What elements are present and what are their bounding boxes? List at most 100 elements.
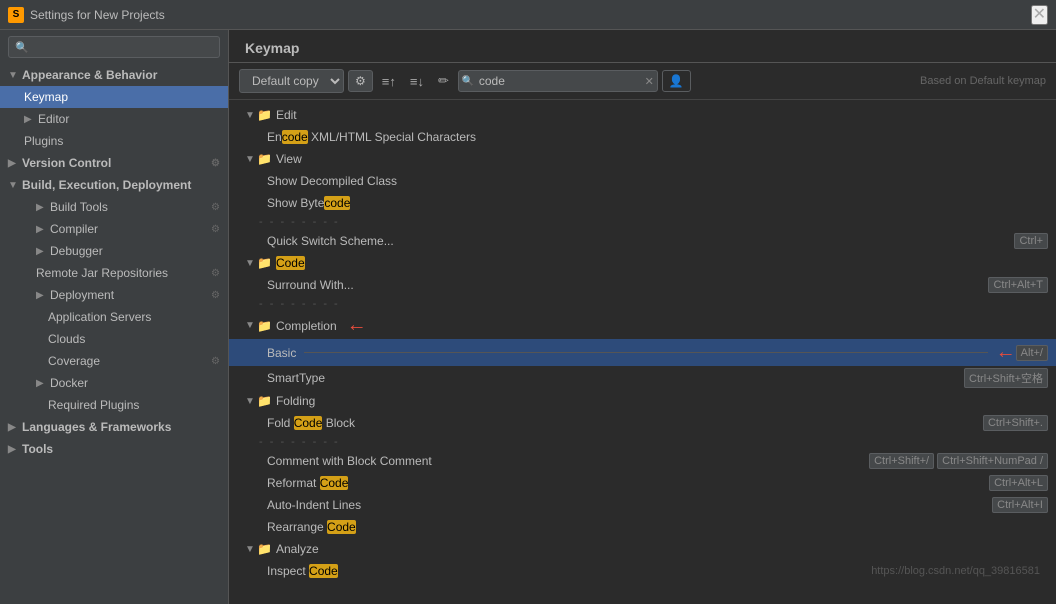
sidebar-item-clouds[interactable]: Clouds [0,328,228,350]
settings-icon: ⚙ [211,224,220,235]
tree-item-show-bytecode[interactable]: Show Bytecode [229,192,1056,214]
item-label: SmartType [267,371,325,385]
edit-button[interactable]: ✏ [433,70,454,92]
sidebar: 🔍 ▼ Appearance & Behavior Keymap ▶ Edito… [0,30,229,604]
sidebar-item-editor[interactable]: ▶ Editor [0,108,228,130]
sort-down-button[interactable]: ≡↓ [405,71,429,92]
tree-item-inspect-code[interactable]: Inspect Code https://blog.csdn.net/qq_39… [229,560,1056,582]
person-button[interactable]: 👤 [662,70,691,92]
expand-icon: ▼ [245,258,257,269]
expand-icon: ▶ [8,444,18,455]
divider: - - - - - - - - [229,434,1056,450]
sidebar-item-label: Required Plugins [48,398,139,412]
keymap-tree: ▼ 📁 Edit Encode XML/HTML Special Charact… [229,100,1056,604]
folder-icon: 📁 [257,394,272,408]
sidebar-item-label: Version Control [22,156,111,170]
tree-item-smarttype[interactable]: SmartType Ctrl+Shift+空格 [229,366,1056,390]
folder-icon: 📁 [257,542,272,556]
page-title: Keymap [245,40,299,56]
item-label: Auto-Indent Lines [267,498,361,512]
sidebar-item-label: Keymap [24,90,68,104]
divider: - - - - - - - - [229,296,1056,312]
sidebar-item-debugger[interactable]: ▶ Debugger [0,240,228,262]
expand-icon: ▶ [24,114,34,125]
sidebar-item-coverage[interactable]: Coverage ⚙ [0,350,228,372]
sidebar-tree: ▼ Appearance & Behavior Keymap ▶ Editor … [0,64,228,604]
tree-item-fold-code[interactable]: Fold Code Block Ctrl+Shift+. [229,412,1056,434]
sidebar-item-label: Remote Jar Repositories [36,266,168,280]
folder-icon: 📁 [257,152,272,166]
sidebar-item-plugins[interactable]: Plugins [0,130,228,152]
sidebar-search-input[interactable] [33,40,213,54]
tree-section-view[interactable]: ▼ 📁 View [229,148,1056,170]
tree-item-surround-with[interactable]: Surround With... Ctrl+Alt+T [229,274,1056,296]
settings-icon: ⚙ [211,268,220,279]
sidebar-item-tools[interactable]: ▶ Tools [0,438,228,460]
tree-item-quick-switch[interactable]: Quick Switch Scheme... Ctrl+ [229,230,1056,252]
sidebar-search[interactable]: 🔍 [8,36,220,58]
close-button[interactable]: ✕ [1031,5,1048,25]
settings-icon: ⚙ [211,202,220,213]
sidebar-item-remote-jar[interactable]: Remote Jar Repositories ⚙ [0,262,228,284]
item-label: Surround With... [267,278,354,292]
sidebar-item-languages[interactable]: ▶ Languages & Frameworks [0,416,228,438]
tree-item-rearrange-code[interactable]: Rearrange Code [229,516,1056,538]
tree-section-code[interactable]: ▼ 📁 Code [229,252,1056,274]
keymap-select[interactable]: Default copy [239,69,344,93]
section-label: Folding [276,394,315,408]
divider: - - - - - - - - [229,214,1056,230]
shortcut-badge: Ctrl+Alt+L [989,475,1048,491]
item-label: Comment with Block Comment [267,454,432,468]
shortcut-group: Ctrl+Shift+/ Ctrl+Shift+NumPad / [869,453,1048,469]
sidebar-item-compiler[interactable]: ▶ Compiler ⚙ [0,218,228,240]
item-label: Show Decompiled Class [267,174,397,188]
sidebar-item-label: Debugger [50,244,103,258]
app-icon: S [8,7,24,23]
based-on-text: Based on Default keymap [920,75,1046,87]
tree-item-auto-indent[interactable]: Auto-Indent Lines Ctrl+Alt+I [229,494,1056,516]
expand-icon: ▶ [36,290,46,301]
expand-icon: ▼ [245,396,257,407]
item-label: Rearrange Code [267,520,356,534]
keymap-search-input[interactable] [458,70,658,92]
folder-icon: 📁 [257,256,272,270]
sort-up-button[interactable]: ≡↑ [377,71,401,92]
sidebar-item-label: Appearance & Behavior [22,68,157,82]
tree-item-reformat-code[interactable]: Reformat Code Ctrl+Alt+L [229,472,1056,494]
sidebar-item-build-exec[interactable]: ▼ Build, Execution, Deployment [0,174,228,196]
tree-section-edit[interactable]: ▼ 📁 Edit [229,104,1056,126]
shortcut-badge: Alt+/ [1016,345,1048,361]
tree-section-analyze[interactable]: ▼ 📁 Analyze [229,538,1056,560]
sidebar-item-version-control[interactable]: ▶ Version Control ⚙ [0,152,228,174]
gear-button[interactable]: ⚙ [348,70,373,92]
content-header: Keymap [229,30,1056,63]
section-label: Edit [276,108,297,122]
tree-item-basic[interactable]: Basic ← Alt+/ [229,339,1056,366]
tree-item-show-decompiled[interactable]: Show Decompiled Class [229,170,1056,192]
expand-icon: ▼ [245,544,257,555]
clear-search-button[interactable]: ✕ [645,75,654,88]
window-title: Settings for New Projects [30,8,165,22]
tree-item-encode-xml[interactable]: Encode XML/HTML Special Characters [229,126,1056,148]
item-label: Quick Switch Scheme... [267,234,394,248]
settings-icon: ⚙ [211,290,220,301]
sidebar-item-docker[interactable]: ▶ Docker [0,372,228,394]
titlebar-left: S Settings for New Projects [8,7,165,23]
settings-icon: ⚙ [211,356,220,367]
sidebar-item-label: Application Servers [48,310,151,324]
sidebar-item-required-plugins[interactable]: Required Plugins [0,394,228,416]
expand-icon: ▼ [8,180,18,191]
sidebar-item-appearance[interactable]: ▼ Appearance & Behavior [0,64,228,86]
sidebar-item-keymap[interactable]: Keymap [0,86,228,108]
sidebar-item-build-tools[interactable]: ▶ Build Tools ⚙ [0,196,228,218]
sidebar-item-deployment[interactable]: ▶ Deployment ⚙ [0,284,228,306]
sidebar-item-app-servers[interactable]: Application Servers [0,306,228,328]
item-label: Reformat Code [267,476,348,490]
main-layout: 🔍 ▼ Appearance & Behavior Keymap ▶ Edito… [0,30,1056,604]
tree-item-comment-block[interactable]: Comment with Block Comment Ctrl+Shift+/ … [229,450,1056,472]
tree-section-folding[interactable]: ▼ 📁 Folding [229,390,1056,412]
shortcut-badge: Ctrl+ [1014,233,1048,249]
tree-section-completion[interactable]: ▼ 📁 Completion ← [229,312,1056,339]
sidebar-item-label: Deployment [50,288,114,302]
expand-icon: ▼ [245,154,257,165]
